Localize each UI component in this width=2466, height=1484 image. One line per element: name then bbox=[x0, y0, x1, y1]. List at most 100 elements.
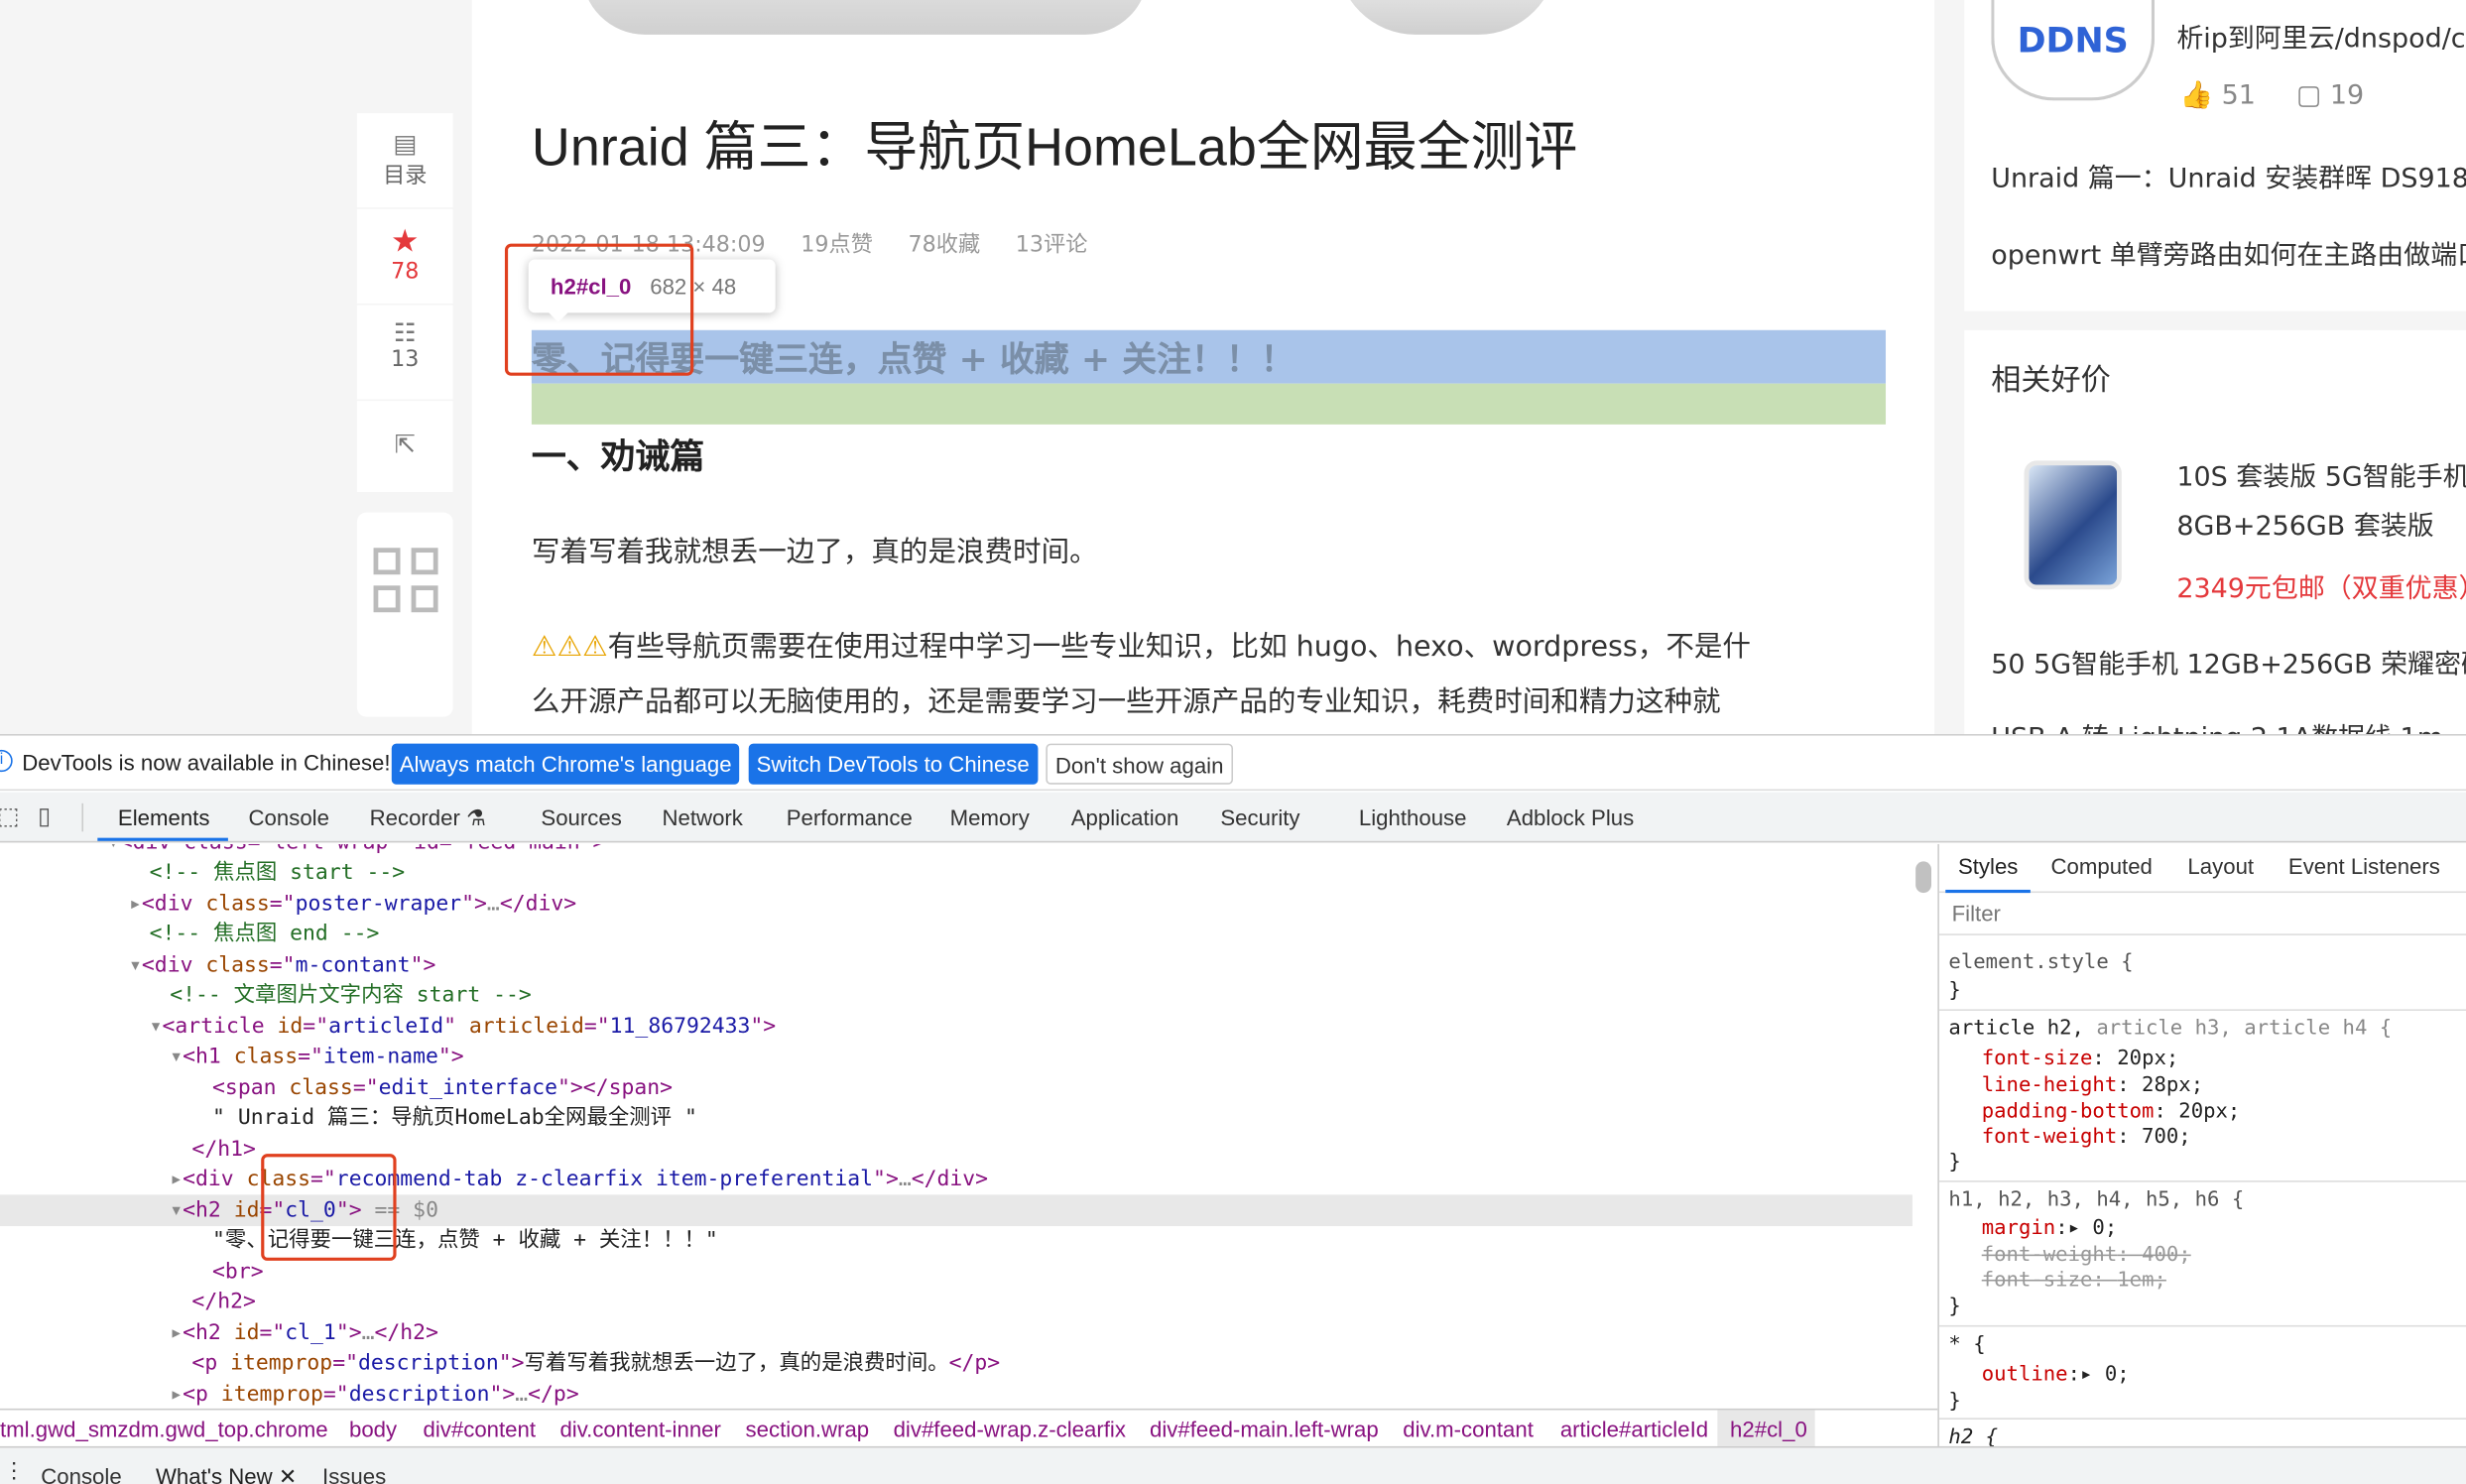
breadcrumb-item[interactable]: div#feed-main.left-wrap bbox=[1150, 1417, 1379, 1441]
deal-1-price: 2349元包邮（双重优惠） bbox=[2176, 573, 2466, 606]
deal-3-title[interactable]: USB-A 转 Lightning 2.1A数据线 1m bbox=[1991, 715, 2443, 734]
tab-performance[interactable]: Performance bbox=[787, 804, 913, 829]
heading-cl-1: 一、劝诫篇 bbox=[531, 438, 705, 478]
article-favorites[interactable]: 78收藏 bbox=[909, 233, 981, 258]
tab-layout[interactable]: Layout bbox=[2187, 853, 2254, 878]
tab-elements[interactable]: Elements bbox=[118, 804, 210, 829]
paragraph-1: 写着写着我就想丢一边了，真的是浪费时间。 bbox=[531, 536, 1098, 569]
css-declaration[interactable]: margin:▸ 0; bbox=[1982, 1217, 2118, 1242]
comments-count: 13 bbox=[391, 347, 420, 373]
infobar-message: DevTools is now available in Chinese! bbox=[22, 749, 391, 776]
tab-styles[interactable]: Styles bbox=[1958, 853, 2018, 878]
dom-scrollbar[interactable] bbox=[1915, 861, 1931, 894]
breadcrumb-item[interactable]: div.m-contant bbox=[1403, 1417, 1534, 1441]
tab-lighthouse[interactable]: Lighthouse bbox=[1359, 804, 1467, 829]
favorite-button[interactable]: ★ 78 bbox=[356, 208, 453, 304]
css-declaration[interactable]: font-size: 20px; bbox=[1982, 1047, 2179, 1071]
rule-article-h2-selector[interactable]: article h2, article h3, article h4 { bbox=[1948, 1017, 2392, 1042]
dom-node[interactable]: <span class="edit_interface"></span> bbox=[0, 1072, 1912, 1104]
ddns-comment[interactable]: ▢ 19 bbox=[2296, 80, 2364, 112]
css-declaration[interactable]: font-weight: 700; bbox=[1982, 1126, 2191, 1151]
tab-computed[interactable]: Computed bbox=[2050, 853, 2152, 878]
drawer-menu-icon[interactable]: ⋮ bbox=[3, 1457, 25, 1484]
breadcrumb-item-selected[interactable]: h2#cl_0 bbox=[1730, 1417, 1807, 1441]
tab-adblock-plus[interactable]: Adblock Plus bbox=[1507, 804, 1634, 829]
tab-console[interactable]: Console bbox=[249, 804, 329, 829]
breadcrumb-item[interactable]: tml.gwd_smzdm.gwd_top.chrome bbox=[0, 1417, 328, 1441]
qr-code-button[interactable] bbox=[356, 512, 453, 717]
dom-node[interactable]: ▸<p itemprop="description">…</p> bbox=[0, 1379, 1912, 1408]
always-match-language-button[interactable]: Always match Chrome's language bbox=[391, 743, 740, 785]
drawer-tab-console[interactable]: Console bbox=[41, 1463, 121, 1484]
breadcrumb: tml.gwd_smzdm.gwd_top.chrome body div#co… bbox=[0, 1408, 1938, 1446]
article-likes[interactable]: 19点赞 bbox=[801, 233, 873, 258]
flask-icon: ⚗ bbox=[466, 804, 486, 830]
dom-text-node[interactable]: " Unraid 篇三：导航页HomeLab全网最全测评 " bbox=[0, 1102, 1912, 1134]
ddns-like-count: 51 bbox=[2221, 79, 2256, 112]
inspect-element-icon[interactable]: ⬚ bbox=[0, 802, 19, 830]
dom-node[interactable]: </h2> bbox=[0, 1286, 1912, 1317]
dom-node[interactable]: ▸<div class="poster-wraper">…</div> bbox=[0, 888, 1912, 920]
breadcrumb-item[interactable]: section.wrap bbox=[746, 1417, 870, 1441]
dom-attr-value: poster-wraper bbox=[295, 891, 462, 917]
tab-sources[interactable]: Sources bbox=[541, 804, 621, 829]
comment-button[interactable]: ☷ 13 bbox=[356, 305, 453, 400]
tab-security[interactable]: Security bbox=[1220, 804, 1299, 829]
css-prop: outline bbox=[1981, 1362, 2068, 1387]
css-prop: padding-bottom bbox=[1981, 1100, 2155, 1125]
breadcrumb-item[interactable]: div.content-inner bbox=[559, 1417, 720, 1441]
devtools-drawer: ⋮ Console What's New ✕ Issues bbox=[0, 1445, 2466, 1484]
dont-show-again-button[interactable]: Don't show again bbox=[1046, 743, 1233, 785]
breadcrumb-item[interactable]: article#articleId bbox=[1560, 1417, 1708, 1441]
breadcrumb-item[interactable]: body bbox=[349, 1417, 397, 1441]
device-toolbar-icon[interactable]: ▯ bbox=[38, 802, 51, 830]
close-icon[interactable]: ✕ bbox=[279, 1463, 298, 1484]
css-declaration[interactable]: outline:▸ 0; bbox=[1982, 1363, 2130, 1388]
tab-memory[interactable]: Memory bbox=[950, 804, 1030, 829]
dom-node[interactable]: <p itemprop="description">写着写着我就想丢一边了，真的… bbox=[0, 1347, 1912, 1379]
related-article-openwrt[interactable]: openwrt 单臂旁路由如何在主路由做端口 bbox=[1991, 233, 2466, 272]
rule-universal-selector[interactable]: * { bbox=[1948, 1333, 1985, 1358]
toc-button[interactable]: ▤ 目录 bbox=[356, 113, 453, 208]
rule-headings-selector[interactable]: h1, h2, h3, h4, h5, h6 { bbox=[1948, 1188, 2244, 1213]
deal-2-title[interactable]: 50 5G智能手机 12GB+256GB 荣耀密码 bbox=[1991, 642, 2466, 680]
css-declaration-overridden[interactable]: font-weight: 400; bbox=[1982, 1243, 2191, 1268]
css-declaration-overridden[interactable]: font-size: 1em; bbox=[1982, 1269, 2166, 1294]
dom-comment-text: <!-- 焦点图 end --> bbox=[149, 921, 380, 946]
article-comments[interactable]: 13评论 bbox=[1016, 233, 1088, 258]
breadcrumb-item[interactable]: div#content bbox=[423, 1417, 536, 1441]
rule-close: } bbox=[1948, 1389, 1961, 1414]
related-article-unraid[interactable]: Unraid 篇一：Unraid 安装群晖 DS918+ bbox=[1991, 156, 2466, 195]
dom-node[interactable]: ▾<article id="articleId" articleid="11_8… bbox=[0, 1011, 1912, 1043]
rule-separator bbox=[1938, 1009, 2466, 1011]
dom-node[interactable]: ▾<h1 class="item-name"> bbox=[0, 1041, 1912, 1072]
tab-recorder[interactable]: Recorder ⚗ bbox=[370, 804, 486, 831]
breadcrumb-item[interactable]: div#feed-wrap.z-clearfix bbox=[894, 1417, 1126, 1441]
share-button[interactable]: ⇱ bbox=[356, 401, 453, 493]
dom-comment-text: <!-- 焦点图 start --> bbox=[149, 859, 406, 886]
deal-1-title[interactable]: 10S 套装版 5G智能手机 bbox=[2176, 454, 2466, 494]
dom-attr-value: description bbox=[348, 1381, 490, 1408]
related-article-ddns[interactable]: 析ip到阿里云/dnspod/cl bbox=[2176, 16, 2466, 56]
drawer-tab-issues[interactable]: Issues bbox=[322, 1463, 386, 1484]
switch-to-chinese-button[interactable]: Switch DevTools to Chinese bbox=[748, 743, 1038, 785]
tab-event-listeners[interactable]: Event Listeners bbox=[2288, 853, 2440, 878]
dom-comment[interactable]: <!-- 焦点图 start --> bbox=[0, 857, 1912, 889]
tab-application[interactable]: Application bbox=[1071, 804, 1179, 829]
dom-attr-value: m-contant bbox=[295, 952, 411, 978]
styles-filter-input[interactable]: Filter bbox=[1938, 895, 2466, 935]
dom-comment[interactable]: <!-- 焦点图 end --> bbox=[0, 918, 1912, 949]
drawer-tab-whats-new[interactable]: What's New ✕ bbox=[156, 1463, 297, 1484]
tab-network[interactable]: Network bbox=[662, 804, 742, 829]
css-value: ▸ 0; bbox=[2067, 1216, 2118, 1241]
dom-comment[interactable]: <!-- 文章图片文字内容 start --> bbox=[0, 979, 1912, 1011]
ddns-like[interactable]: 👍 51 bbox=[2180, 80, 2256, 112]
rule-element-style[interactable]: element.style { bbox=[1948, 951, 2133, 976]
dom-node[interactable]: ▾<div class="m-contant"> bbox=[0, 949, 1912, 981]
phone-product-image[interactable] bbox=[2024, 460, 2122, 590]
dom-node[interactable]: ▸<h2 id="cl_1">…</h2> bbox=[0, 1317, 1912, 1349]
deal-1-spec[interactable]: 8GB+256GB 套装版 bbox=[2176, 503, 2433, 543]
css-declaration[interactable]: padding-bottom: 20px; bbox=[1982, 1100, 2241, 1125]
css-declaration[interactable]: line-height: 28px; bbox=[1982, 1073, 2203, 1098]
article-title: Unraid 篇三：导航页HomeLab全网最全测评 bbox=[531, 117, 1578, 179]
